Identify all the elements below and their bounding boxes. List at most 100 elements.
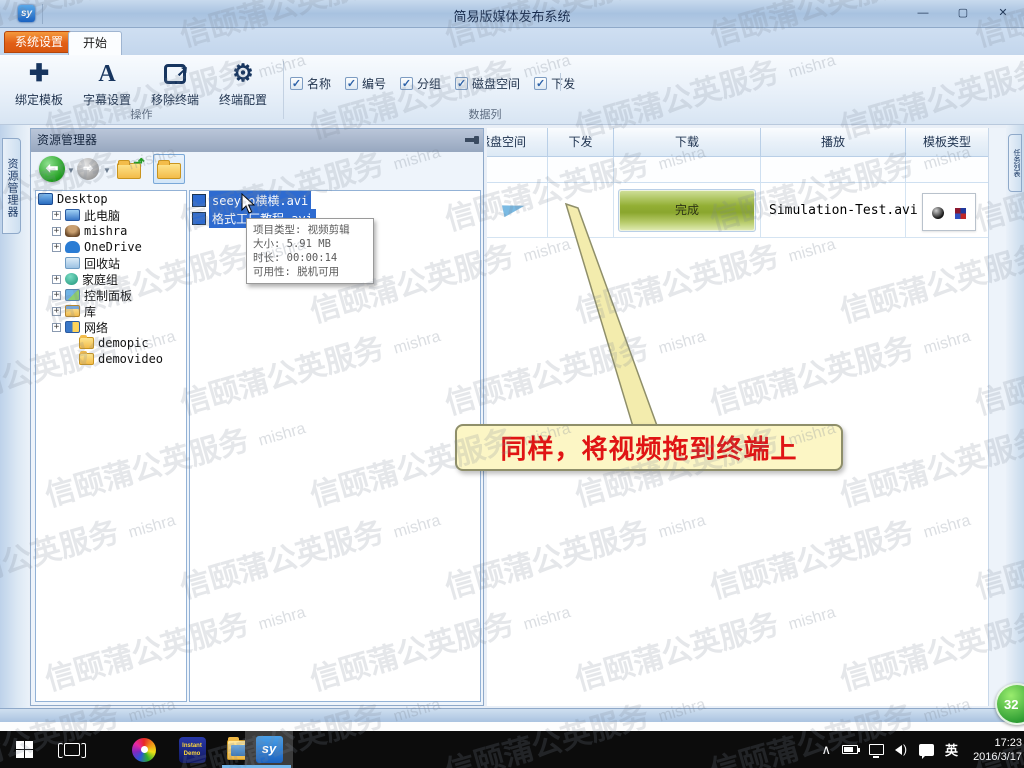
template-preview[interactable] [922, 193, 976, 231]
close-button[interactable]: ✕ [990, 4, 1016, 22]
battery-icon[interactable] [842, 745, 858, 754]
start-button[interactable] [0, 731, 48, 768]
clock-time: 17:23 [973, 736, 1022, 750]
checkbox-icon[interactable]: ✓ [534, 77, 547, 90]
expand-icon[interactable]: + [52, 243, 61, 252]
column-header-下载[interactable]: 下载 [614, 128, 761, 157]
forward-button[interactable]: ➡ [77, 158, 99, 180]
column-checkbox-名称[interactable]: ✓ 名称 [290, 75, 331, 92]
tooltip-line: 可用性: 脱机可用 [253, 265, 367, 279]
checkbox-icon[interactable]: ✓ [455, 77, 468, 90]
tree-item-OneDrive[interactable]: + OneDrive [36, 239, 186, 255]
expand-icon[interactable]: + [52, 307, 61, 316]
tree-item-mishra[interactable]: +mishra [36, 223, 186, 239]
volume-icon[interactable] [895, 745, 902, 755]
tree-item-网络[interactable]: +网络 [36, 319, 186, 335]
expand-icon[interactable]: + [52, 323, 61, 332]
remove-terminal-button[interactable]: 移除终端 [144, 59, 206, 109]
open-folder-icon [157, 163, 181, 179]
expand-icon[interactable]: + [52, 211, 61, 220]
taskbar-instant-demo[interactable]: InstantDemo [168, 731, 216, 768]
network-icon[interactable] [869, 744, 884, 755]
checkbox-icon[interactable]: ✓ [400, 77, 413, 90]
tab-system-settings[interactable]: 系统设置 [4, 31, 74, 53]
checkbox-icon[interactable]: ✓ [345, 77, 358, 90]
tree-item-label: 库 [84, 303, 96, 320]
column-checkbox-编号[interactable]: ✓ 编号 [345, 75, 386, 92]
resource-manager-vertical-tab[interactable]: 资源管理器 [2, 138, 21, 234]
tree-item-回收站[interactable]: 回收站 [36, 255, 186, 271]
file-item[interactable]: seeyoo横横.avi [190, 192, 480, 209]
column-header-磁盘空间[interactable]: 磁盘空间 [487, 128, 548, 157]
taskbar-media-app[interactable] [120, 731, 168, 768]
checkbox-label: 名称 [307, 75, 331, 92]
tree-item-家庭组[interactable]: + 家庭组 [36, 271, 186, 287]
taskbar: InstantDemo sy ∧ 英 17:23 2016/3/17 [0, 731, 1024, 768]
tree-item-demopic[interactable]: demopic [36, 335, 186, 351]
minimize-button[interactable]: — [910, 4, 936, 22]
expand-icon[interactable]: + [52, 227, 61, 236]
filter-cell[interactable] [614, 157, 761, 183]
column-header-下发[interactable]: 下发 [548, 128, 614, 157]
back-button[interactable]: ⬅ [39, 156, 65, 182]
right-panel-vertical-tab[interactable]: 任务列表 [1008, 134, 1022, 192]
icon-folder-y [79, 337, 94, 349]
gear-icon: ⚙ [212, 59, 274, 89]
table-scrollbar[interactable] [988, 128, 1006, 706]
filter-cell[interactable] [906, 157, 988, 183]
taskbar-sy-app-active[interactable]: sy [245, 731, 293, 768]
ime-indicator[interactable]: 英 [945, 740, 958, 759]
column-checkbox-磁盘空间[interactable]: ✓磁盘空间 [455, 75, 520, 92]
expand-icon[interactable]: + [52, 291, 61, 300]
tree-item-label: 家庭组 [82, 271, 118, 288]
checkbox-label: 下发 [551, 75, 575, 92]
checkbox-icon[interactable]: ✓ [290, 77, 303, 90]
task-view-button[interactable] [48, 731, 96, 768]
column-header-模板类型[interactable]: 模板类型 [906, 128, 988, 157]
icon-user-t [65, 225, 80, 237]
checkbox-label: 编号 [362, 75, 386, 92]
back-dropdown-caret[interactable]: ▼ [67, 166, 75, 175]
sy-app-icon: sy [256, 736, 283, 763]
taskbar-clock[interactable]: 17:23 2016/3/17 [973, 736, 1022, 764]
tree-item-label: demopic [98, 336, 149, 350]
forward-dropdown-caret[interactable]: ▼ [103, 166, 111, 175]
desktop: sy 简易版媒体发布系统 — ▢ ✕ 系统设置 开始 ✚ 绑定模板 A 字幕设置… [0, 0, 1024, 768]
subtitle-settings-button[interactable]: A 字幕设置 [76, 59, 138, 109]
filter-cell[interactable] [548, 157, 614, 183]
open-folder-button[interactable] [153, 154, 185, 184]
tab-start[interactable]: 开始 [68, 31, 122, 55]
tree-item-Desktop[interactable]: Desktop [36, 191, 186, 207]
mouse-cursor [241, 193, 257, 215]
tray-chevron-icon[interactable]: ∧ [822, 742, 832, 758]
tree-item-库[interactable]: +库 [36, 303, 186, 319]
terminal-config-button[interactable]: ⚙ 终端配置 [212, 59, 274, 109]
tree-item-label: Desktop [57, 192, 108, 206]
up-folder-button[interactable]: ⬏ [117, 157, 143, 179]
tree-item-label: OneDrive [84, 240, 142, 254]
file-tooltip: 项目类型: 视频剪辑大小: 5.91 MB时长: 00:00:14可用性: 脱机… [246, 218, 374, 284]
pin-icon[interactable] [465, 138, 475, 142]
tree-item-label: demovideo [98, 352, 163, 366]
video-file-icon [192, 212, 206, 225]
tree-item-控制面板[interactable]: +控制面板 [36, 287, 186, 303]
task-view-icon [64, 743, 80, 756]
icon-pc [65, 209, 80, 221]
tooltip-line: 项目类型: 视频剪辑 [253, 223, 367, 237]
filter-cell[interactable] [761, 157, 906, 183]
bind-template-button[interactable]: ✚ 绑定模板 [8, 59, 70, 109]
tree-item-此电脑[interactable]: +此电脑 [36, 207, 186, 223]
column-header-label: 模板类型 [923, 135, 971, 149]
action-center-icon[interactable] [919, 744, 934, 756]
file-name: seeyoo横横.avi [209, 191, 311, 210]
expand-icon[interactable]: + [52, 275, 61, 284]
column-header-label: 下发 [568, 135, 592, 149]
instant-demo-icon: InstantDemo [179, 737, 206, 763]
column-checkbox-下发[interactable]: ✓ 下发 [534, 75, 575, 92]
tree-item-demovideo[interactable]: demovideo [36, 351, 186, 367]
column-checkbox-分组[interactable]: ✓分组 [400, 75, 441, 92]
filter-cell[interactable] [487, 157, 548, 183]
column-header-播放[interactable]: 播放 [761, 128, 906, 157]
maximize-button[interactable]: ▢ [950, 4, 976, 22]
icon-net [65, 321, 80, 333]
